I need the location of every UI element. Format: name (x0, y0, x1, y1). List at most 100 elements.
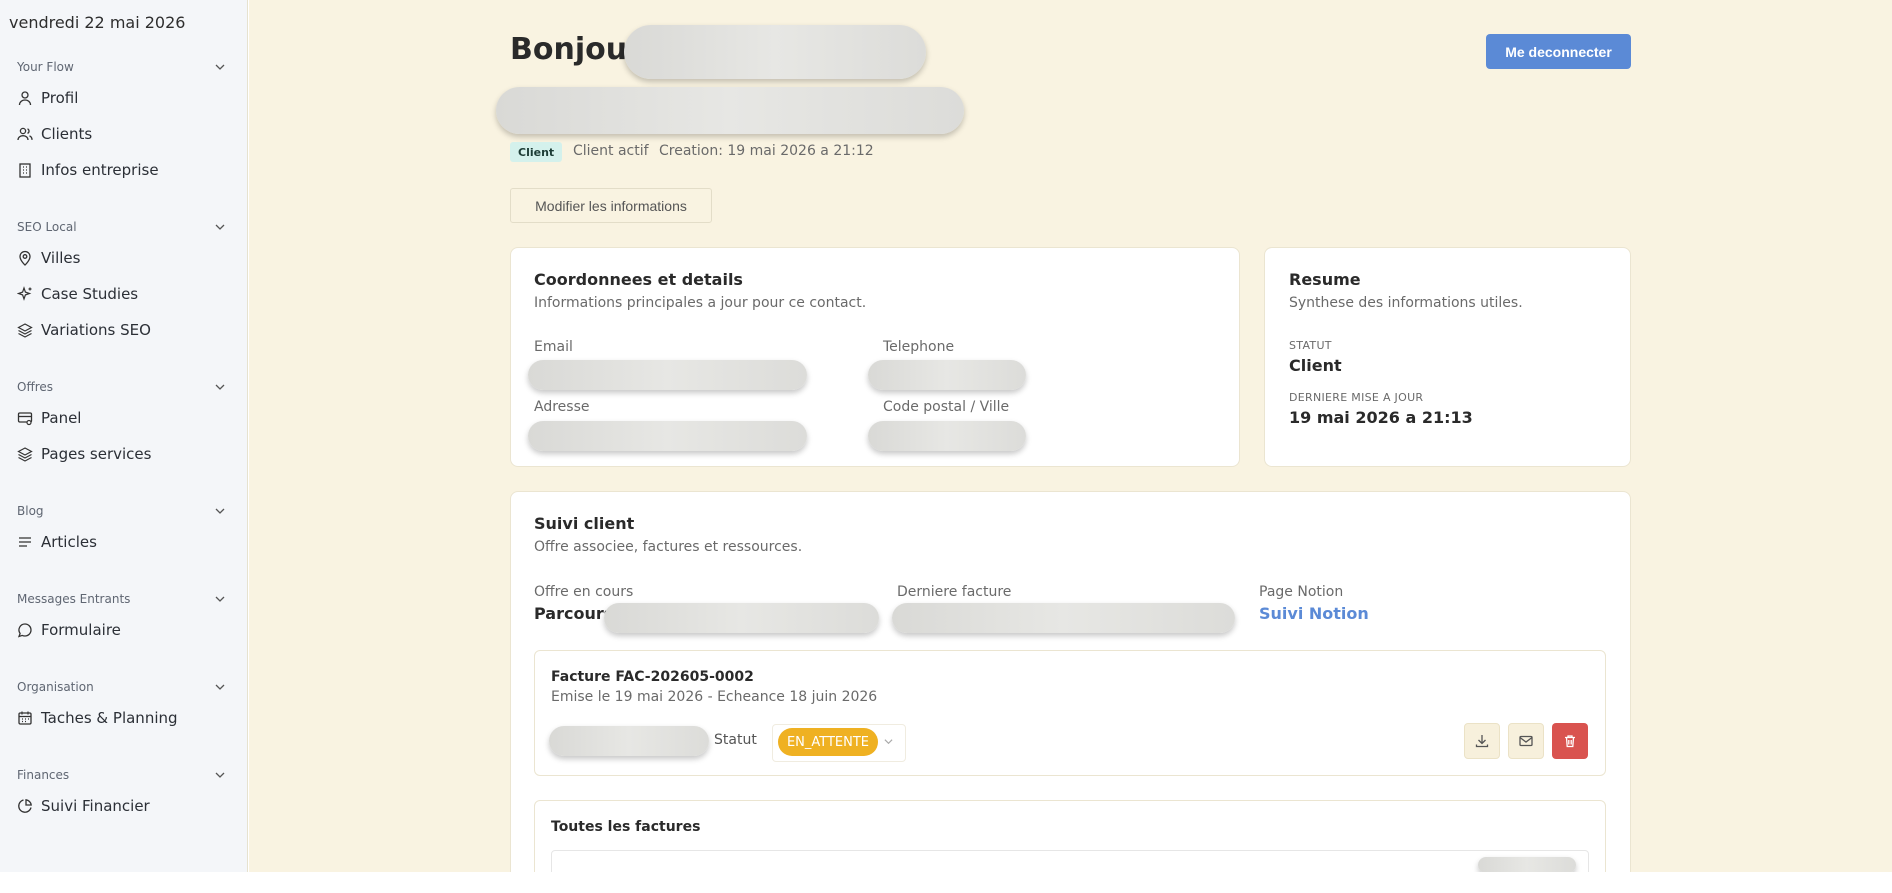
chevron-down-icon (215, 772, 225, 778)
sidebar-item-case-studies[interactable]: Case Studies (17, 279, 232, 309)
sidebar-group-blog[interactable]: Blog (17, 502, 225, 520)
email-invoice-button[interactable] (1508, 723, 1544, 759)
logout-button[interactable]: Me deconnecter (1486, 34, 1631, 69)
chevron-down-icon (215, 508, 225, 514)
sidebar-item-suivi-financier[interactable]: Suivi Financier (17, 791, 232, 821)
summary-status-label: STATUT (1289, 339, 1332, 352)
pie-chart-icon (18, 799, 32, 813)
sidebar-item-pages-services[interactable]: Pages services (17, 439, 232, 469)
chevron-down-icon (215, 384, 225, 390)
sidebar-item-label: Suivi Financier (41, 797, 150, 815)
sidebar-group-label: Blog (17, 504, 44, 518)
sidebar-item-label: Case Studies (41, 285, 139, 303)
invoice-status-label: Statut (714, 732, 757, 748)
panel-icon (17, 412, 33, 426)
summary-title: Resume (1289, 270, 1361, 289)
sidebar-item-label: Pages services (41, 445, 152, 463)
sidebar: vendredi 22 mai 2026 Your Flow Profil Cl… (0, 0, 248, 872)
sidebar-group-finances[interactable]: Finances (17, 766, 225, 784)
summary-status-value: Client (1289, 356, 1342, 375)
list-icon (19, 537, 31, 547)
chevron-down-icon (215, 64, 225, 70)
sidebar-group-label: Messages Entrants (17, 592, 131, 606)
edit-info-button[interactable]: Modifier les informations (510, 188, 712, 223)
layers-icon (17, 447, 33, 462)
sidebar-item-profil[interactable]: Profil (17, 83, 232, 113)
page-title: Bonjour (510, 32, 642, 67)
redacted-last-invoice (892, 603, 1235, 633)
chevron-down-icon (215, 596, 225, 602)
redacted-name (624, 25, 926, 79)
summary-updated-label: DERNIERE MISE A JOUR (1289, 391, 1424, 404)
invoice-status-pill: EN_ATTENTE (778, 728, 878, 756)
redacted-postal-city (868, 421, 1026, 451)
users-icon (17, 127, 33, 141)
sidebar-group-label: Finances (17, 768, 70, 782)
sidebar-item-clients[interactable]: Clients (17, 119, 232, 149)
redacted-company (496, 87, 964, 134)
user-icon (18, 91, 32, 106)
invoice-dates: Emise le 19 mai 2026 - Echeance 18 juin … (551, 689, 878, 705)
sidebar-item-label: Formulaire (41, 621, 121, 639)
sidebar-item-label: Variations SEO (41, 321, 151, 339)
sidebar-group-offres[interactable]: Offres (17, 378, 225, 396)
sidebar-group-label: Organisation (17, 680, 94, 694)
notion-label: Page Notion (1259, 584, 1344, 600)
sidebar-item-villes[interactable]: Villes (17, 243, 232, 273)
email-label: Email (534, 339, 573, 355)
mail-icon (1519, 735, 1533, 747)
phone-label: Telephone (883, 339, 955, 355)
sidebar-group-seo-local[interactable]: SEO Local (17, 218, 225, 236)
sidebar-group-messages-entrants[interactable]: Messages Entrants (17, 590, 225, 608)
sidebar-group-label: Offres (17, 380, 54, 394)
followup-subtitle: Offre associee, factures et ressources. (534, 539, 803, 555)
delete-invoice-button[interactable] (1552, 723, 1588, 759)
summary-subtitle: Synthese des informations utiles. (1289, 295, 1523, 311)
sidebar-item-panel[interactable]: Panel (17, 403, 232, 433)
bottom-edge (0, 872, 1892, 893)
creation-date-text: Creation: 19 mai 2026 a 21:12 (659, 143, 874, 159)
redacted-table-cell (1478, 857, 1576, 873)
trash-icon (1565, 735, 1575, 748)
notion-link[interactable]: Suivi Notion (1259, 604, 1369, 623)
offer-value: Parcours (534, 604, 614, 623)
redacted-email (528, 360, 807, 390)
summary-updated-value: 19 mai 2026 a 21:13 (1289, 408, 1473, 427)
status-badge: Client (510, 142, 563, 162)
sidebar-item-label: Taches & Planning (41, 709, 178, 727)
sidebar-item-infos-entreprise[interactable]: Infos entreprise (17, 155, 232, 185)
sidebar-group-organisation[interactable]: Organisation (17, 678, 225, 696)
invoice-title: Facture FAC-202605-0002 (551, 669, 754, 685)
layers-icon (17, 323, 33, 338)
chevron-down-icon (884, 739, 893, 745)
building-icon (19, 163, 31, 178)
sidebar-item-label: Clients (41, 125, 93, 143)
calendar-icon (18, 711, 32, 725)
sidebar-item-formulaire[interactable]: Formulaire (17, 615, 232, 645)
download-icon (1475, 735, 1489, 748)
chevron-down-icon (215, 684, 225, 690)
address-label: Adresse (534, 399, 590, 415)
redacted-invoice-amount (549, 726, 709, 756)
download-invoice-button[interactable] (1464, 723, 1500, 759)
sidebar-item-label: Infos entreprise (41, 161, 159, 179)
sidebar-group-label: Your Flow (17, 60, 74, 74)
postal-city-label: Code postal / Ville (883, 399, 1010, 415)
last-invoice-label: Derniere facture (897, 584, 1012, 600)
all-invoices-title: Toutes les factures (551, 819, 701, 835)
redacted-offer-detail (604, 603, 879, 633)
sidebar-item-label: Profil (41, 89, 79, 107)
details-title: Coordonnees et details (534, 270, 743, 289)
sidebar-item-variations-seo[interactable]: Variations SEO (17, 315, 232, 345)
sidebar-item-label: Articles (41, 533, 97, 551)
sidebar-group-your-flow[interactable]: Your Flow (17, 58, 225, 76)
sidebar-item-label: Villes (41, 249, 81, 267)
chevron-down-icon (215, 224, 225, 230)
map-pin-icon (19, 250, 31, 266)
followup-title: Suivi client (534, 514, 635, 533)
sparkles-icon (17, 286, 32, 301)
sidebar-item-taches-planning[interactable]: Taches & Planning (17, 703, 232, 733)
sidebar-item-articles[interactable]: Articles (17, 527, 232, 557)
redacted-phone (868, 360, 1026, 390)
message-icon (17, 623, 32, 638)
